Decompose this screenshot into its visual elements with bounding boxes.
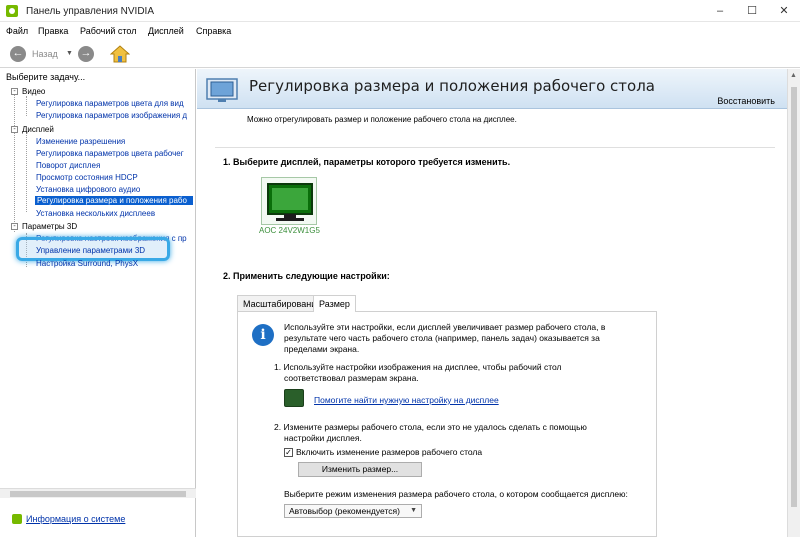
help-find-setting-link[interactable]: Помогите найти нужную настройку на диспл… bbox=[314, 395, 499, 406]
task-sidebar: Выберите задачу... - Видео Регулировка п… bbox=[0, 69, 196, 537]
page-description: Можно отрегулировать размер и положение … bbox=[247, 115, 517, 124]
close-button[interactable]: ✕ bbox=[768, 0, 800, 22]
category-video[interactable]: Видео bbox=[22, 87, 45, 96]
step1-text: соответствовал размерам экрана. bbox=[284, 373, 419, 383]
resize-mode-value: Автовыбор (рекомендуется) bbox=[289, 506, 400, 516]
step1-text: 1. Используйте настройки изображения на … bbox=[274, 362, 562, 372]
home-icon[interactable] bbox=[110, 45, 130, 63]
maximize-button[interactable]: ☐ bbox=[736, 0, 768, 22]
nvidia-logo-icon bbox=[6, 5, 18, 17]
settings-tabs: Масштабирование Размер i Используйте эти… bbox=[237, 295, 657, 537]
system-info-link[interactable]: Информация о системе bbox=[26, 514, 125, 524]
info-text: Используйте эти настройки, если дисплей … bbox=[284, 322, 606, 332]
sidebar-item-rotate[interactable]: Поворот дисплея bbox=[36, 161, 192, 170]
scroll-up-icon[interactable]: ▲ bbox=[790, 72, 797, 79]
page-banner: Регулировка размера и положения рабочего… bbox=[197, 69, 787, 109]
category-display[interactable]: Дисплей bbox=[22, 125, 54, 134]
resize-mode-select[interactable]: Автовыбор (рекомендуется) ▼ bbox=[284, 504, 422, 518]
display-tile[interactable] bbox=[261, 177, 317, 225]
window-title: Панель управления NVIDIA bbox=[26, 6, 154, 17]
menu-file[interactable]: Файл bbox=[6, 26, 28, 36]
scrollbar-thumb[interactable] bbox=[791, 87, 797, 507]
menu-display[interactable]: Дисплей bbox=[148, 26, 184, 36]
back-button-label[interactable]: Назад bbox=[32, 49, 58, 59]
menu-bar: Файл Правка Рабочий стол Дисплей Справка bbox=[0, 22, 800, 40]
title-bar: Панель управления NVIDIA – ☐ ✕ bbox=[0, 0, 800, 22]
tree-connector bbox=[26, 132, 27, 212]
sidebar-item-multiple-displays[interactable]: Установка нескольких дисплеев bbox=[36, 209, 192, 218]
sidebar-horizontal-scrollbar[interactable] bbox=[0, 488, 196, 498]
task-header: Выберите задачу... bbox=[6, 72, 86, 82]
step2-text: 2. Измените размеры рабочего стола, если… bbox=[274, 422, 587, 432]
sidebar-item-size-position[interactable]: Регулировка размера и положения рабо bbox=[35, 196, 193, 205]
tab-size[interactable]: Размер bbox=[313, 295, 356, 312]
history-dropdown-icon[interactable]: ▼ bbox=[66, 50, 73, 57]
monitor-icon bbox=[267, 183, 313, 221]
desktop-size-icon bbox=[206, 78, 238, 102]
forward-arrow-icon[interactable]: → bbox=[78, 46, 94, 62]
minimize-button[interactable]: – bbox=[704, 0, 736, 22]
divider bbox=[215, 147, 775, 148]
section-select-display: 1. Выберите дисплей, параметры которого … bbox=[223, 157, 511, 167]
size-tab-panel: i Используйте эти настройки, если диспле… bbox=[237, 311, 657, 537]
main-vertical-scrollbar[interactable]: ▲ bbox=[787, 69, 800, 537]
collapse-display-icon[interactable]: - bbox=[11, 126, 18, 133]
tree-connector bbox=[26, 96, 27, 116]
sidebar-item-desktop-color[interactable]: Регулировка параметров цвета рабочег bbox=[36, 149, 192, 158]
menu-edit[interactable]: Правка bbox=[38, 26, 68, 36]
back-arrow-icon[interactable]: ← bbox=[10, 46, 26, 62]
sidebar-item-hdcp[interactable]: Просмотр состояния HDCP bbox=[36, 173, 192, 182]
system-info-icon bbox=[12, 514, 22, 524]
mode-label: Выберите режим изменения размера рабочег… bbox=[284, 489, 628, 499]
collapse-video-icon[interactable]: - bbox=[11, 88, 18, 95]
resize-button[interactable]: Изменить размер... bbox=[298, 462, 422, 477]
sidebar-item-video-image[interactable]: Регулировка параметров изображения д bbox=[36, 111, 192, 120]
restore-defaults-link[interactable]: Восстановить bbox=[717, 96, 775, 106]
sidebar-item-manage-3d[interactable]: Управление параметрами 3D bbox=[36, 246, 192, 255]
step2-text: настройки дисплея. bbox=[284, 433, 362, 443]
display-name: AOC 24V2W1G5 bbox=[259, 226, 320, 235]
sidebar-item-resolution[interactable]: Изменение разрешения bbox=[36, 137, 192, 146]
section-apply-settings: 2. Применить следующие настройки: bbox=[223, 271, 390, 281]
page-title: Регулировка размера и положения рабочего… bbox=[249, 77, 655, 95]
scrollbar-thumb[interactable] bbox=[10, 491, 186, 497]
info-text: результате чего часть рабочего стола (на… bbox=[284, 333, 600, 343]
sidebar-item-digital-audio[interactable]: Установка цифрового аудио bbox=[36, 185, 192, 194]
menu-help[interactable]: Справка bbox=[196, 26, 231, 36]
sidebar-item-surround-physx[interactable]: Настройка Surround, PhysX bbox=[36, 259, 192, 268]
tree-connector bbox=[14, 92, 15, 232]
display-osd-icon bbox=[284, 389, 304, 407]
menu-desktop[interactable]: Рабочий стол bbox=[80, 26, 137, 36]
enable-resize-checkbox[interactable]: ✓ bbox=[284, 448, 293, 457]
info-text: пределами экрана. bbox=[284, 344, 360, 354]
main-content: Регулировка размера и положения рабочего… bbox=[197, 69, 787, 537]
chevron-down-icon: ▼ bbox=[410, 507, 417, 514]
sidebar-item-video-color[interactable]: Регулировка параметров цвета для вид bbox=[36, 99, 192, 108]
info-icon: i bbox=[252, 324, 274, 346]
enable-resize-label[interactable]: Включить изменение размеров рабочего сто… bbox=[296, 447, 482, 458]
collapse-3d-icon[interactable]: - bbox=[11, 223, 18, 230]
category-3d[interactable]: Параметры 3D bbox=[22, 222, 77, 231]
